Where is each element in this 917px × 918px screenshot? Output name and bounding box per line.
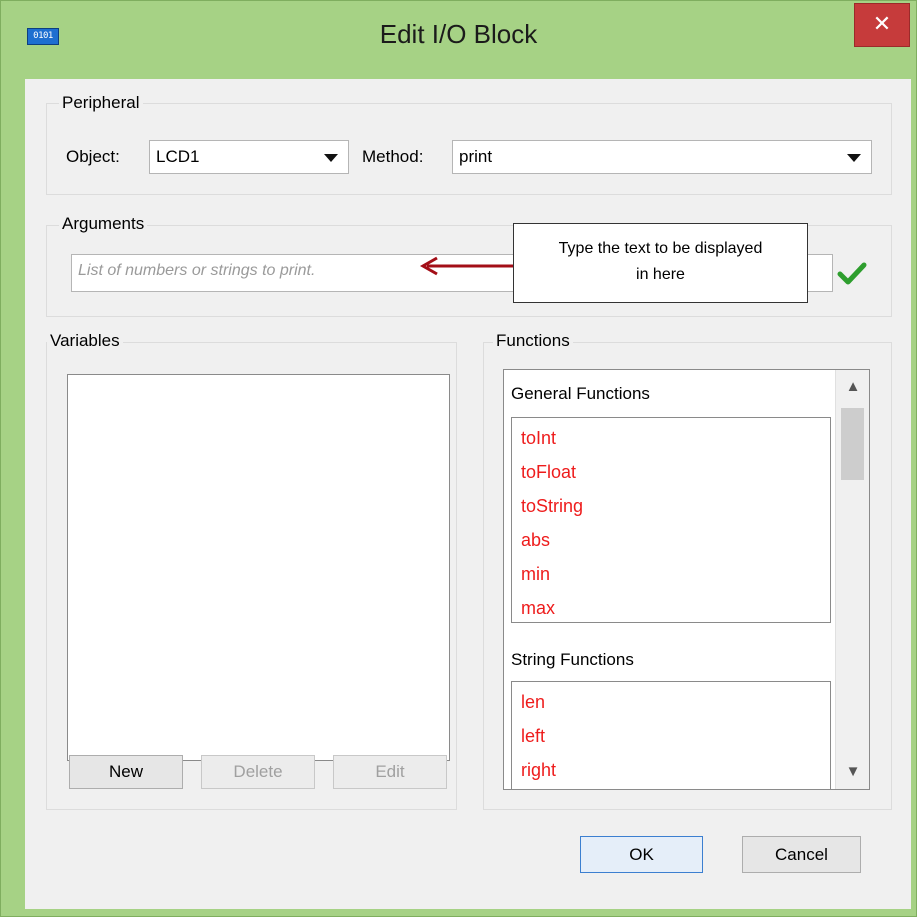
dialog-window: 0101 Edit I/O Block ✕ Peripheral Object:… [0,0,917,917]
annotation-callout: Type the text to be displayed in here [513,223,808,303]
annotation-line-1: Type the text to be displayed [558,240,763,257]
annotation-arrow [419,256,513,276]
annotation-line-2: in here [636,266,685,283]
